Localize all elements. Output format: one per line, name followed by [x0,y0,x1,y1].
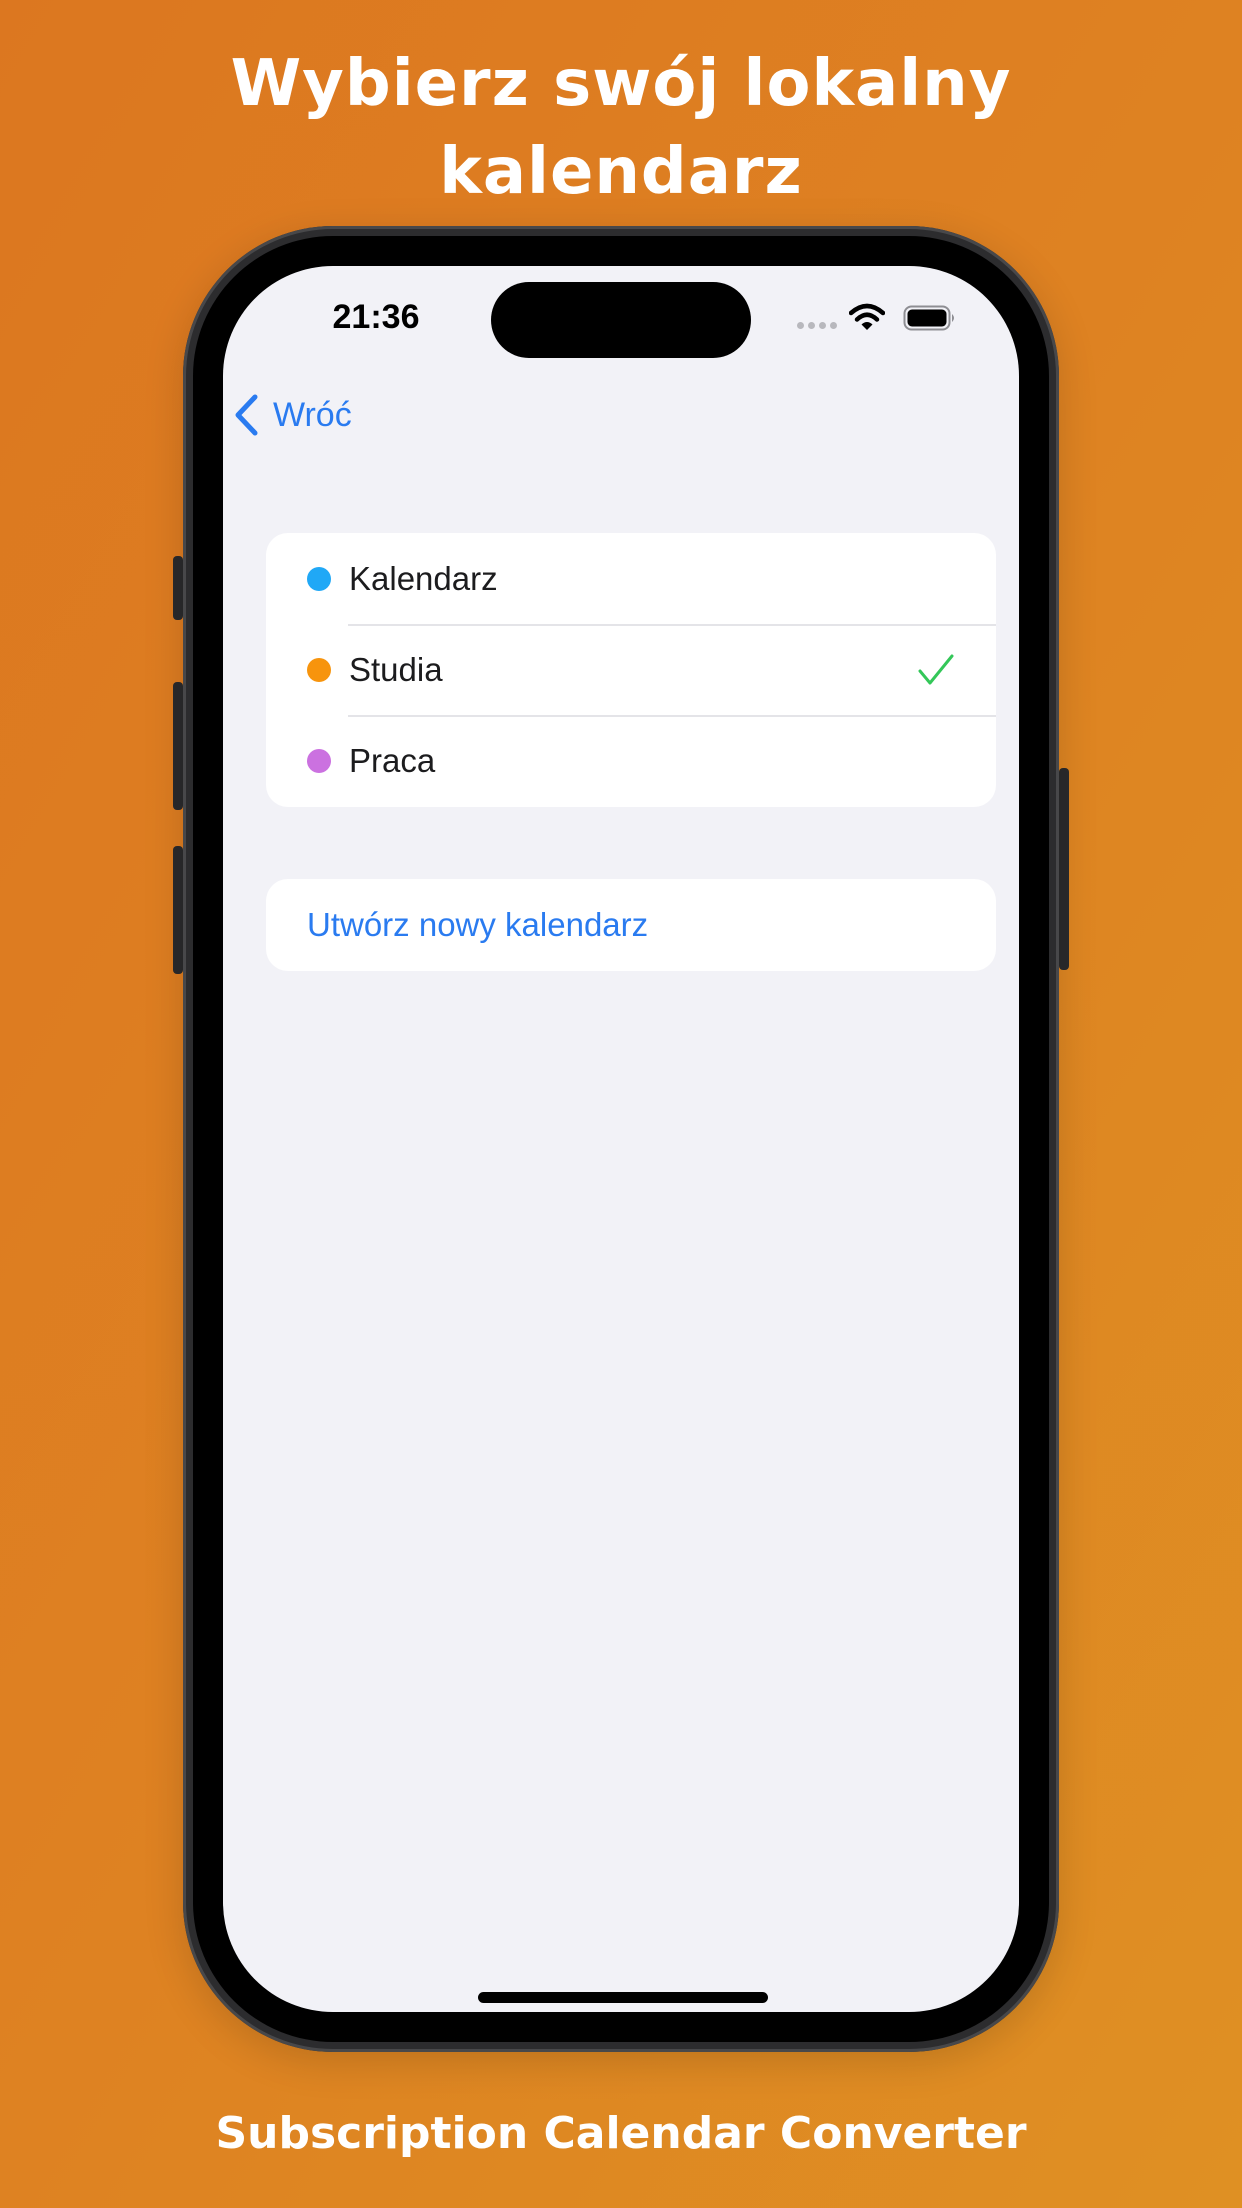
calendar-list: Kalendarz Studia Praca [266,533,996,807]
phone-screen: 21:36 Wróć Kalendarz Studia Praca Utwórz… [223,266,1019,2012]
calendar-row-studia[interactable]: Studia [266,624,996,715]
calendar-label: Studia [349,650,443,688]
phone-power-button [1059,768,1069,970]
battery-icon [903,305,954,331]
calendar-color-dot [307,657,331,682]
calendar-label: Kalendarz [349,559,498,597]
headline-line-1: Wybierz swój lokalny [230,47,1012,121]
wifi-icon [849,303,885,330]
calendar-color-dot [307,566,331,591]
create-calendar-label: Utwórz nowy kalendarz [307,906,649,943]
checkmark-icon [918,654,954,684]
create-calendar-group: Utwórz nowy kalendarz [266,879,996,971]
phone-volume-down-button [173,846,183,974]
cellular-dots-icon [797,322,837,329]
chevron-left-icon [235,394,258,436]
dynamic-island [491,282,751,358]
back-button[interactable]: Wróć [233,390,352,440]
calendar-row-kalendarz[interactable]: Kalendarz [266,533,996,624]
status-time: 21:36 [332,298,420,336]
headline-line-2: kalendarz [439,135,803,209]
phone-frame: 21:36 Wróć Kalendarz Studia Praca Utwórz… [183,226,1059,2052]
back-label: Wróć [273,395,352,434]
home-indicator [478,1992,768,2003]
phone-silent-switch [173,556,183,620]
calendar-color-dot [307,748,331,773]
phone-volume-up-button [173,682,183,810]
create-calendar-button[interactable]: Utwórz nowy kalendarz [266,879,996,971]
app-name-footer: Subscription Calendar Converter [215,2108,1027,2159]
headline: Wybierz swój lokalny kalendarz [0,40,1242,216]
phone-bezel: 21:36 Wróć Kalendarz Studia Praca Utwórz… [193,236,1049,2042]
calendar-row-praca[interactable]: Praca [266,715,996,806]
calendar-label: Praca [349,741,436,779]
